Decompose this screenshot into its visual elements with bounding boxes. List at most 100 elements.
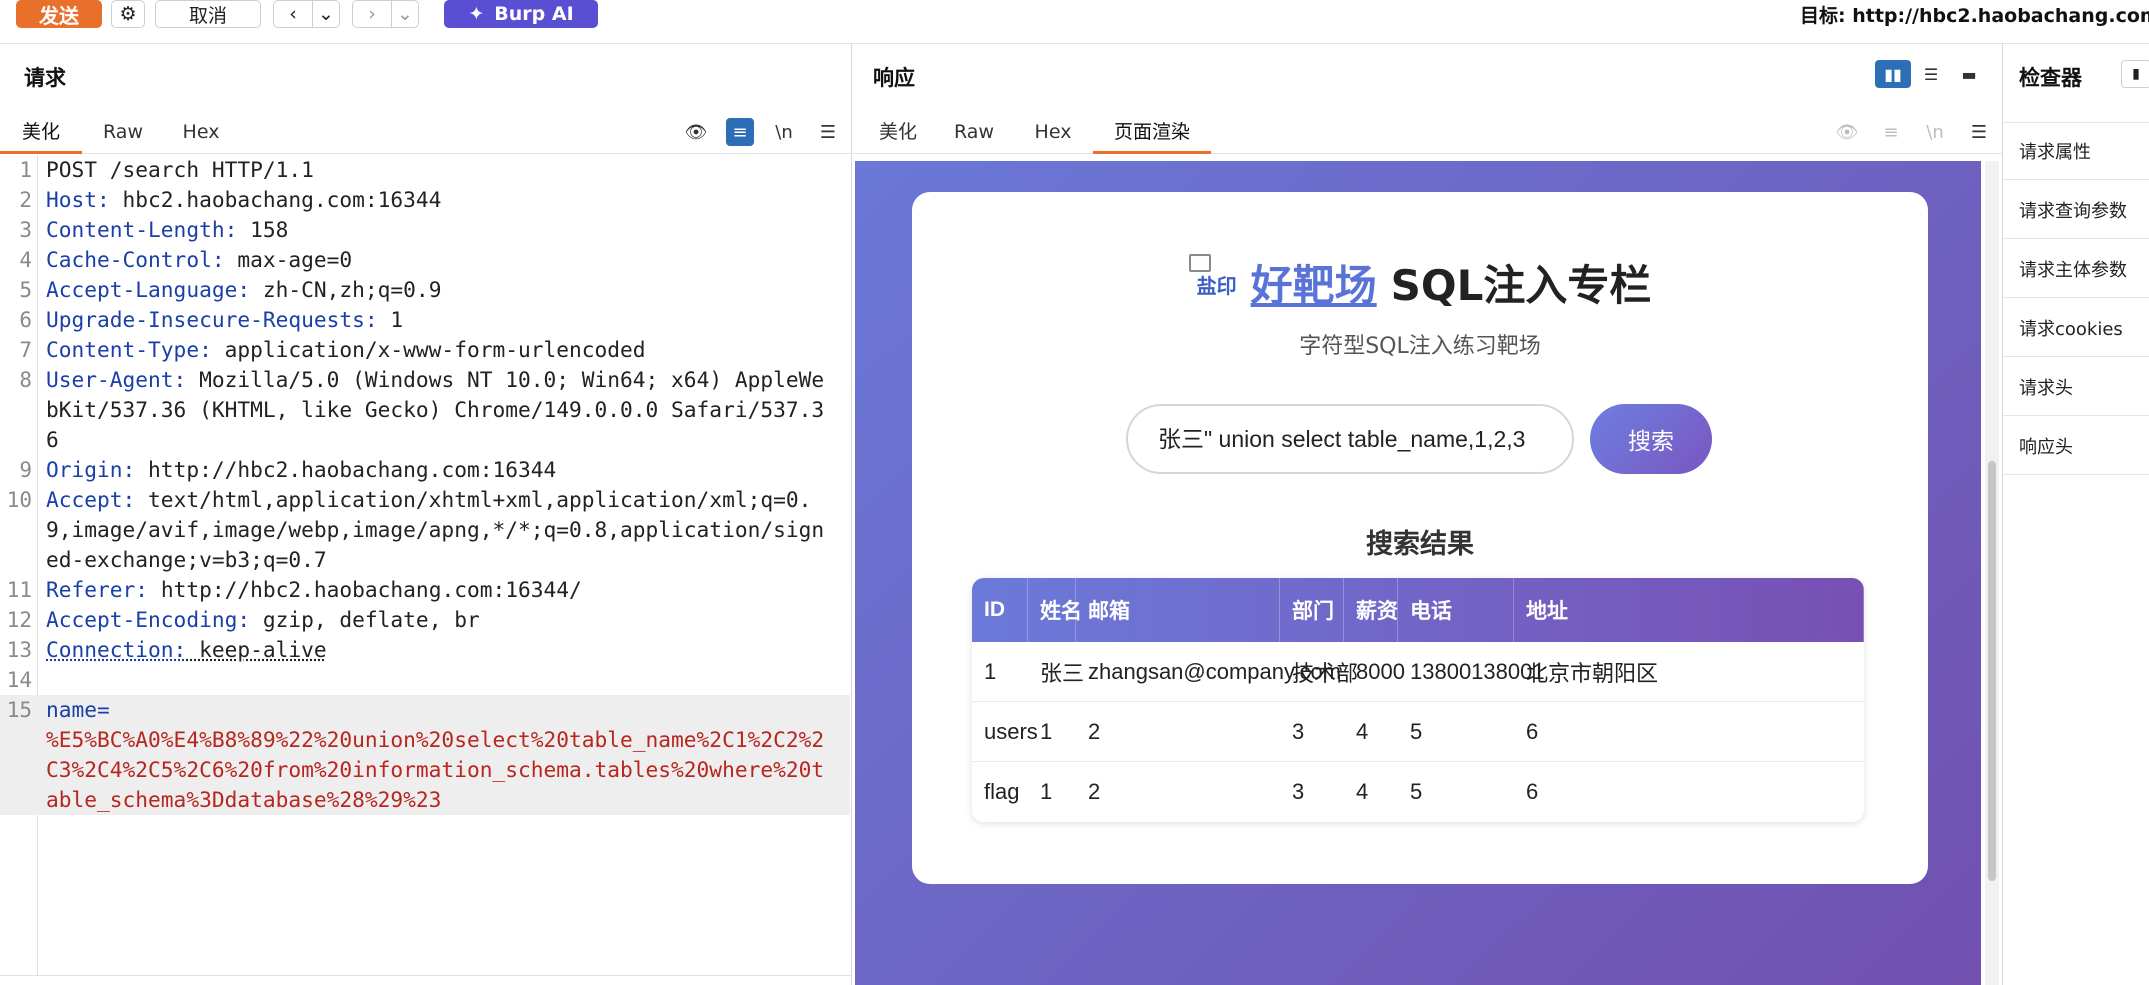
chevron-left-icon: ‹ bbox=[289, 3, 297, 25]
gear-icon: ⚙ bbox=[119, 3, 137, 25]
page-header: 盐印 好靶场 SQL注入专栏 bbox=[912, 247, 1928, 317]
line-content: User-Agent: Mozilla/5.0 (Windows NT 10.0… bbox=[46, 367, 825, 452]
line-content: Accept-Language: zh-CN,zh;q=0.9 bbox=[46, 277, 442, 302]
inspector-item[interactable]: 响应头 bbox=[2003, 417, 2149, 475]
inspector-title: 检查器 bbox=[2019, 66, 2082, 90]
inspector-item[interactable]: 请求查询参数 bbox=[2003, 181, 2149, 239]
table-row: flag 1 2 3 4 5 6 bbox=[972, 762, 1864, 822]
line-number: 5 bbox=[19, 278, 32, 302]
forward-button[interactable]: › bbox=[352, 0, 392, 28]
table-row: users 1 2 3 4 5 6 bbox=[972, 702, 1864, 762]
request-editor[interactable]: 1 POST /search HTTP/1.1 2 Host: hbc2.haobac… bbox=[0, 155, 851, 975]
tab-raw[interactable]: Raw bbox=[88, 110, 158, 154]
line-content: Connection: keep-alive bbox=[46, 637, 327, 662]
table-cell: 6 bbox=[1526, 718, 1539, 744]
rendered-page: 盐印 好靶场 SQL注入专栏 字符型SQL注入练习靶场 张三" union se… bbox=[855, 161, 1981, 985]
burp-ai-button[interactable]: ✦ Burp AI bbox=[444, 0, 598, 28]
request-footer bbox=[0, 975, 851, 985]
table-cell: 2 bbox=[1088, 779, 1101, 804]
results-table: ID 姓名 邮箱 部门 薪资 电话 地址 1 张三 zhangsan@company.com 技术部… bbox=[972, 578, 1864, 822]
line-content: Accept-Encoding: gzip, deflate, br bbox=[46, 607, 480, 632]
inspector-item[interactable]: 请求属性 bbox=[2003, 122, 2149, 180]
response-panel: 响应 ▮▮ ☰ ▬ 美化 Raw Hex 页面渲染 👁 ≡ \n ☰ 盐印 好靶… bbox=[853, 44, 2002, 985]
column-header: 地址 bbox=[1514, 578, 1864, 642]
inspector-item[interactable]: 请求头 bbox=[2003, 358, 2149, 416]
table-cell: 张三 bbox=[1040, 660, 1085, 686]
inspector-layout-icon[interactable]: ▮ bbox=[2121, 60, 2149, 88]
wrap-lines-icon: ≡ bbox=[1883, 121, 1899, 143]
burp-ai-label: Burp AI bbox=[494, 3, 574, 25]
inspector-item[interactable]: 请求主体参数 bbox=[2003, 240, 2149, 298]
top-toolbar: 发送 ⚙ 取消 ‹ ⌄ › ⌄ ✦ Burp AI 目标: http://hbc… bbox=[0, 0, 2149, 44]
wrap-lines-icon[interactable]: ≡ bbox=[726, 118, 754, 146]
render-scrollbar[interactable] bbox=[1985, 161, 1999, 985]
line-content: Host: hbc2.haobachang.com:16344 bbox=[46, 187, 442, 212]
line-content: Content-Length: 158 bbox=[46, 217, 289, 242]
line-number: 3 bbox=[19, 218, 32, 242]
cancel-button[interactable]: 取消 bbox=[155, 0, 261, 28]
request-panel: 请求 美化 Raw Hex 👁 ≡ \n ☰ 1 POST /search HTT… bbox=[0, 44, 852, 985]
menu-icon[interactable]: ☰ bbox=[814, 118, 842, 146]
brand-link[interactable]: 好靶场 bbox=[1251, 252, 1377, 313]
target-url[interactable]: 目标: http://hbc2.haobachang.com:163 bbox=[1800, 0, 2149, 28]
table-cell: 5 bbox=[1410, 779, 1423, 804]
line-number: 11 bbox=[6, 578, 32, 602]
back-button[interactable]: ‹ bbox=[273, 0, 313, 28]
tab-hex[interactable]: Hex bbox=[1018, 110, 1088, 154]
line-number: 10 bbox=[6, 488, 32, 512]
sparkle-icon: ✦ bbox=[468, 3, 485, 25]
broken-image-icon: 盐印 bbox=[1188, 254, 1237, 310]
newline-toggle-icon[interactable]: \n bbox=[770, 118, 798, 146]
line-number: 8 bbox=[19, 368, 32, 392]
line-number: 4 bbox=[19, 248, 32, 272]
table-cell: 2 bbox=[1088, 718, 1101, 744]
results-title: 搜索结果 bbox=[1366, 529, 1474, 560]
layout-toggle: ▮▮ ☰ ▬ bbox=[1875, 60, 1987, 88]
table-cell: 5 bbox=[1410, 718, 1423, 744]
menu-icon[interactable]: ☰ bbox=[1965, 118, 1993, 146]
line-number: 15 bbox=[6, 698, 32, 722]
table-header-row: ID 姓名 邮箱 部门 薪资 电话 地址 bbox=[972, 578, 1864, 642]
tab-pretty[interactable]: 美化 bbox=[0, 110, 82, 154]
single-pane-icon[interactable]: ▬ bbox=[1951, 60, 1987, 88]
table-cell: flag bbox=[984, 779, 1020, 804]
request-line: 15 name= %E5%BC%A0%E4%B8%89%22%20union%20s… bbox=[0, 695, 850, 815]
line-content: name= %E5%BC%A0%E4%B8%89%22%20union%20sel… bbox=[46, 697, 825, 812]
chevron-down-icon: ⌄ bbox=[318, 3, 334, 25]
table-cell: 1 bbox=[1040, 718, 1053, 744]
burp-repeater-window: 发送 ⚙ 取消 ‹ ⌄ › ⌄ ✦ Burp AI 目标: http://hbc… bbox=[0, 0, 2149, 985]
forward-history-dropdown[interactable]: ⌄ bbox=[391, 0, 419, 28]
table-cell: 3 bbox=[1292, 718, 1305, 744]
table-cell: 技术部 bbox=[1292, 660, 1359, 686]
settings-button[interactable]: ⚙ bbox=[111, 0, 145, 28]
line-content: Origin: http://hbc2.haobachang.com:16344 bbox=[46, 457, 557, 482]
line-number: 6 bbox=[19, 308, 32, 332]
tab-hex[interactable]: Hex bbox=[166, 110, 236, 154]
split-horizontal-icon[interactable]: ▮▮ bbox=[1875, 60, 1911, 88]
inspector-item[interactable]: 请求cookies bbox=[2003, 299, 2149, 357]
page-card: 盐印 好靶场 SQL注入专栏 字符型SQL注入练习靶场 张三" union se… bbox=[912, 192, 1928, 884]
line-number: 13 bbox=[6, 638, 32, 662]
table-cell: 4 bbox=[1356, 779, 1369, 804]
tab-render[interactable]: 页面渲染 bbox=[1093, 110, 1211, 154]
search-button[interactable]: 搜索 bbox=[1590, 404, 1712, 474]
send-button[interactable]: 发送 bbox=[16, 0, 102, 28]
response-tabs: 美化 Raw Hex 页面渲染 👁 ≡ \n ☰ bbox=[853, 110, 2002, 154]
column-header: ID bbox=[972, 578, 1028, 642]
scroll-thumb[interactable] bbox=[1988, 461, 1996, 881]
tab-pretty[interactable]: 美化 bbox=[863, 110, 933, 154]
line-content: POST /search HTTP/1.1 bbox=[46, 157, 314, 182]
eye-off-icon[interactable]: 👁 bbox=[682, 118, 710, 146]
back-history-dropdown[interactable]: ⌄ bbox=[312, 0, 340, 28]
column-header: 部门 bbox=[1280, 578, 1344, 642]
response-title: 响应 bbox=[873, 66, 915, 90]
line-content: Cache-Control: max-age=0 bbox=[46, 247, 353, 272]
table-cell: 1 bbox=[984, 658, 997, 684]
table-cell: 3 bbox=[1292, 779, 1305, 804]
split-vertical-icon[interactable]: ☰ bbox=[1913, 60, 1949, 88]
line-content: Accept: text/html,application/xhtml+xml,… bbox=[46, 487, 825, 572]
table-cell: 4 bbox=[1356, 718, 1369, 744]
search-input[interactable]: 张三" union select table_name,1,2,3 bbox=[1126, 404, 1574, 474]
inspector-panel: 检查器 ▮ 请求属性 请求查询参数 请求主体参数 请求cookies 请求头 响应头 bbox=[2002, 44, 2149, 985]
tab-raw[interactable]: Raw bbox=[939, 110, 1009, 154]
